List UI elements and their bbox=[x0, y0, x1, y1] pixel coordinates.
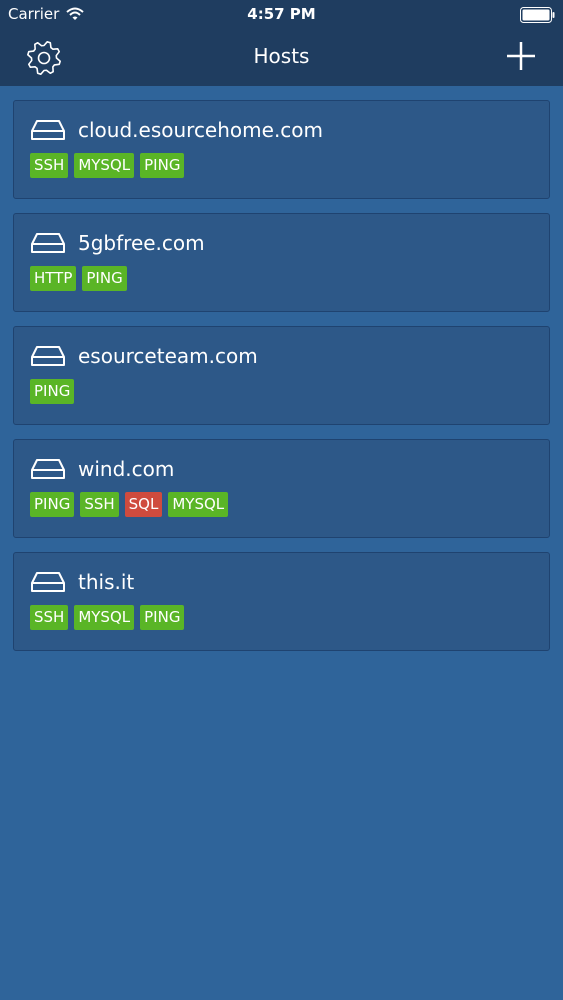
service-tag-http: HTTP bbox=[30, 266, 77, 291]
service-tags: HTTP PING bbox=[30, 266, 133, 291]
hard-drive-icon bbox=[31, 233, 65, 253]
service-tag-mysql: MYSQL bbox=[74, 605, 135, 630]
service-tag-ssh: SSH bbox=[30, 153, 69, 178]
hard-drive-icon bbox=[31, 572, 65, 592]
host-name: 5gbfree.com bbox=[78, 231, 205, 255]
service-tag-mysql: MYSQL bbox=[168, 492, 229, 517]
status-time: 4:57 PM bbox=[247, 5, 316, 23]
battery-icon bbox=[520, 7, 555, 23]
service-tag-ping: PING bbox=[140, 605, 185, 630]
service-tag-mysql: MYSQL bbox=[74, 153, 135, 178]
host-row[interactable]: this.it SSH MYSQL PING bbox=[13, 552, 550, 651]
service-tag-ping: PING bbox=[140, 153, 185, 178]
service-tags: SSH MYSQL PING bbox=[30, 605, 190, 630]
hard-drive-icon bbox=[31, 346, 65, 366]
service-tag-ping: PING bbox=[30, 492, 75, 517]
host-row[interactable]: esourceteam.com PING bbox=[13, 326, 550, 425]
host-name: esourceteam.com bbox=[78, 344, 258, 368]
service-tag-ping: PING bbox=[82, 266, 127, 291]
service-tag-ssh: SSH bbox=[80, 492, 119, 517]
service-tags: SSH MYSQL PING bbox=[30, 153, 190, 178]
host-name: wind.com bbox=[78, 457, 175, 481]
service-tag-ssh: SSH bbox=[30, 605, 69, 630]
hard-drive-icon bbox=[31, 459, 65, 479]
service-tag-ping: PING bbox=[30, 379, 75, 404]
service-tags: PING bbox=[30, 379, 80, 404]
host-list: cloud.esourcehome.com SSH MYSQL PING 5gbfr… bbox=[13, 100, 550, 665]
status-bar: Carrier 4:57 PM bbox=[0, 0, 563, 30]
host-row[interactable]: 5gbfree.com HTTP PING bbox=[13, 213, 550, 312]
page-title: Hosts bbox=[253, 44, 310, 68]
navigation-bar: Hosts bbox=[0, 30, 563, 86]
top-bar: Carrier 4:57 PM Hosts bbox=[0, 0, 563, 86]
host-row[interactable]: wind.com PING SSH SQL MYSQL bbox=[13, 439, 550, 538]
plus-icon bbox=[507, 42, 535, 70]
add-host-button[interactable] bbox=[505, 40, 537, 72]
service-tags: PING SSH SQL MYSQL bbox=[30, 492, 234, 517]
hard-drive-icon bbox=[31, 120, 65, 140]
service-tag-sql: SQL bbox=[124, 492, 163, 517]
host-row[interactable]: cloud.esourcehome.com SSH MYSQL PING bbox=[13, 100, 550, 199]
host-name: this.it bbox=[78, 570, 135, 594]
host-name: cloud.esourcehome.com bbox=[78, 118, 324, 142]
